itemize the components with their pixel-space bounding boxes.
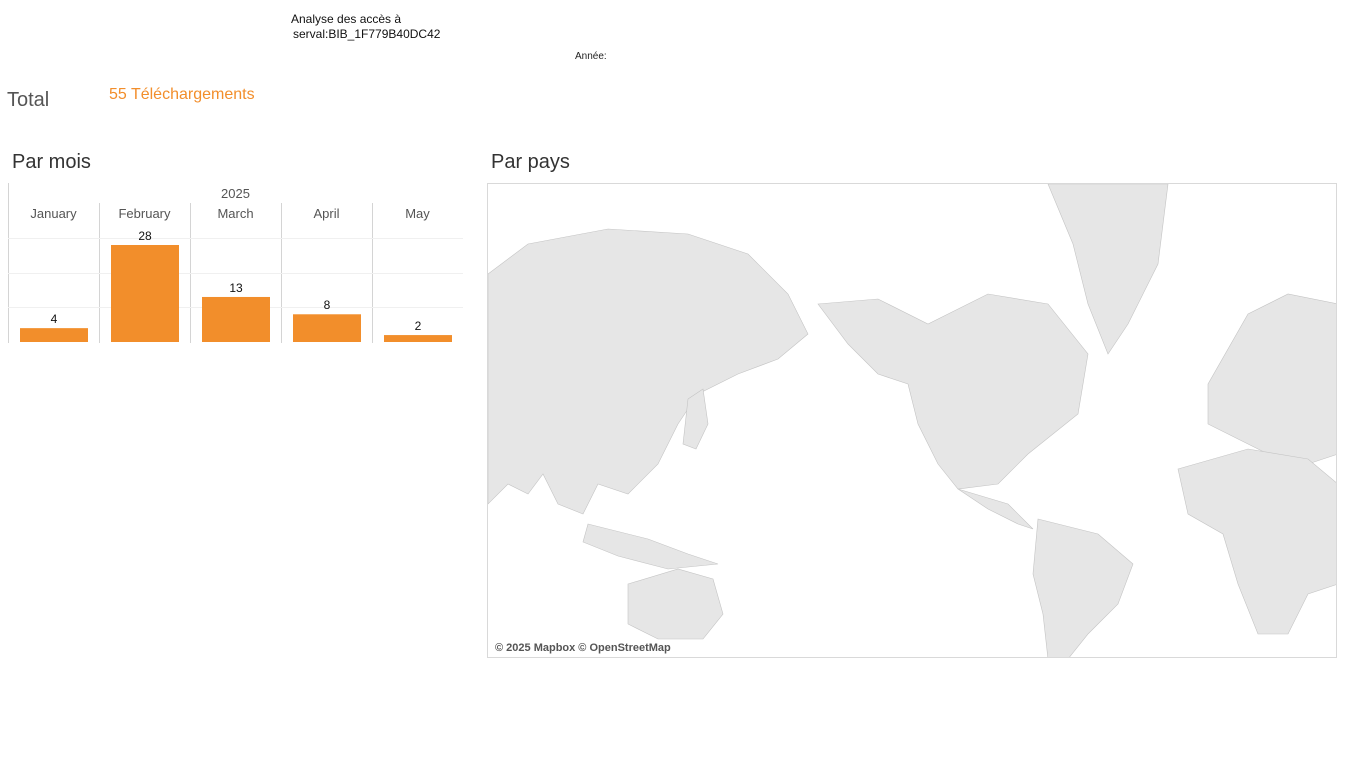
map-region-indonesia (582, 523, 719, 570)
map-region-europe (1207, 293, 1336, 465)
section-title-by-month: Par mois (12, 151, 91, 173)
bar-february[interactable] (111, 245, 179, 342)
world-map-canvas (488, 184, 1336, 657)
bar-may[interactable] (384, 335, 452, 342)
map-region-central-america (957, 488, 1034, 530)
page-title-line1: Analyse des accès à (291, 12, 402, 26)
map-region-asia (488, 228, 809, 515)
map-region-australia (627, 568, 724, 640)
bar-value-label-may: 2 (414, 319, 422, 334)
bar-january[interactable] (20, 328, 88, 342)
year-filter-label[interactable]: Année: (575, 51, 607, 62)
month-label-may: May (405, 206, 430, 221)
map-region-north-america (817, 293, 1089, 490)
month-label-march: March (217, 206, 254, 221)
bar-march[interactable] (202, 296, 270, 342)
map-region-south-america (1032, 518, 1134, 657)
total-value: 55 Téléchargements (109, 86, 255, 103)
chart-year-header: 2025 (221, 186, 250, 201)
bar-value-label-april: 8 (323, 298, 331, 313)
month-label-february: February (118, 206, 171, 221)
map-credit[interactable]: © 2025 Mapbox © OpenStreetMap (495, 642, 671, 654)
total-label: Total (7, 89, 50, 111)
bar-value-label-january: 4 (50, 312, 58, 327)
map-region-africa (1177, 448, 1336, 635)
world-map[interactable] (487, 183, 1337, 658)
bar-value-label-february: 28 (138, 229, 152, 243)
month-label-april: April (313, 206, 340, 221)
section-title-by-country: Par pays (491, 151, 570, 173)
page-title-line2: serval:BIB_1F779B40DC42 (293, 27, 441, 41)
month-label-january: January (30, 206, 77, 221)
bar-april[interactable] (293, 314, 361, 342)
bar-value-label-march: 13 (229, 280, 243, 295)
